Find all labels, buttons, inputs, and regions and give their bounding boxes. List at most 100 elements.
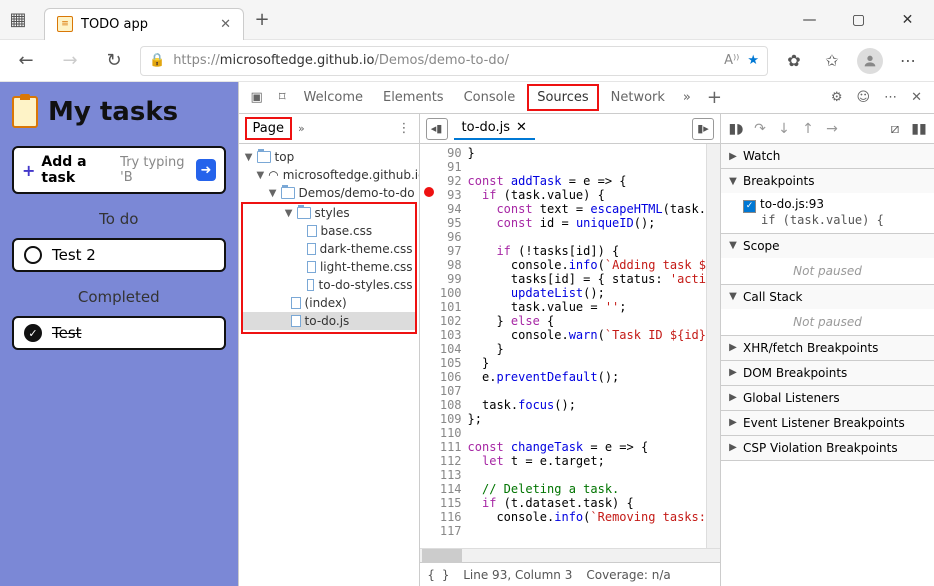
- close-tab-icon[interactable]: ✕: [516, 120, 527, 135]
- checkbox-icon[interactable]: ✓: [743, 200, 756, 213]
- page-tab[interactable]: Page: [245, 117, 292, 140]
- inspect-icon[interactable]: ▣: [245, 86, 269, 109]
- tree-host[interactable]: ▼◠microsoftedge.github.io: [239, 166, 419, 184]
- todo-heading: To do: [12, 210, 226, 228]
- kebab-icon[interactable]: ⋯: [878, 86, 903, 109]
- read-aloud-icon[interactable]: A⁾⁾: [724, 53, 739, 68]
- tree-file[interactable]: (index): [243, 294, 415, 312]
- step-out-icon[interactable]: ↑: [799, 121, 817, 137]
- tab-console[interactable]: Console: [456, 86, 524, 109]
- more-icon[interactable]: ⋯: [890, 43, 926, 79]
- deactivate-bp-icon[interactable]: ⧄: [886, 121, 904, 137]
- folder-icon: [281, 187, 295, 199]
- breakpoint-code: if (task.value) {: [761, 213, 926, 227]
- close-devtools-icon[interactable]: ✕: [905, 86, 928, 109]
- refresh-button[interactable]: ↻: [96, 43, 132, 79]
- task-item[interactable]: Test 2: [12, 238, 226, 272]
- submit-icon[interactable]: ➜: [196, 159, 215, 181]
- task-item[interactable]: ✓ Test: [12, 316, 226, 350]
- file-icon: [307, 225, 317, 237]
- favorite-icon[interactable]: ★: [747, 53, 759, 68]
- show-nav-icon[interactable]: ◂▮: [426, 118, 448, 140]
- tree-file[interactable]: base.css: [243, 222, 415, 240]
- tree-file[interactable]: to-do-styles.css: [243, 276, 415, 294]
- resume-icon[interactable]: ▮◗: [727, 121, 745, 137]
- tree-styles[interactable]: ▼styles: [243, 204, 415, 222]
- tree-folder[interactable]: ▼Demos/demo-to-do: [239, 184, 419, 202]
- code-content: } const addTask = e => { if (task.value)…: [468, 144, 706, 548]
- format-icon[interactable]: { }: [428, 568, 450, 582]
- file-icon: [291, 315, 301, 327]
- checkbox-icon[interactable]: [24, 246, 42, 264]
- editor-tab[interactable]: to-do.js✕: [454, 117, 535, 140]
- tab-sources[interactable]: Sources: [527, 84, 598, 111]
- coverage-status: Coverage: n/a: [586, 568, 670, 582]
- cursor-position: Line 93, Column 3: [463, 568, 572, 582]
- scrollbar-h[interactable]: [420, 548, 720, 562]
- breakpoint-icon[interactable]: [424, 187, 434, 197]
- plus-icon: +: [22, 161, 35, 180]
- completed-heading: Completed: [12, 288, 226, 306]
- checkbox-checked-icon[interactable]: ✓: [24, 324, 42, 342]
- code-editor[interactable]: 9091929394959697989910010110210310410510…: [420, 144, 720, 548]
- breakpoints-section[interactable]: ▼Breakpoints: [721, 169, 934, 193]
- clipboard-icon: [12, 96, 38, 128]
- folder-icon: [257, 151, 271, 163]
- step-icon[interactable]: →: [823, 121, 841, 137]
- close-tab-icon[interactable]: ✕: [220, 17, 231, 32]
- tab-elements[interactable]: Elements: [375, 86, 452, 109]
- file-icon: [307, 261, 316, 273]
- csp-section[interactable]: ▶CSP Violation Breakpoints: [721, 436, 934, 460]
- file-icon: [307, 243, 316, 255]
- folder-icon: [297, 207, 311, 219]
- step-over-icon[interactable]: ↷: [751, 121, 769, 137]
- forward-button: →: [52, 43, 88, 79]
- address-bar[interactable]: 🔒 https://microsoftedge.github.io/Demos/…: [140, 46, 768, 76]
- tree-file-active[interactable]: to-do.js: [243, 312, 415, 330]
- breakpoint-item[interactable]: ✓to-do.js:93: [743, 197, 926, 213]
- hide-debug-icon[interactable]: ▮▸: [692, 118, 714, 140]
- line-numbers: 9091929394959697989910010110210310410510…: [438, 144, 468, 548]
- tab-actions-icon[interactable]: ▦: [0, 2, 36, 38]
- event-section[interactable]: ▶Event Listener Breakpoints: [721, 411, 934, 435]
- minimize-button[interactable]: —: [787, 5, 832, 35]
- more-tabs-icon[interactable]: »: [677, 86, 697, 109]
- watch-section[interactable]: ▶Watch: [721, 144, 934, 168]
- gear-icon[interactable]: ⚙: [825, 86, 849, 109]
- scope-section[interactable]: ▼Scope: [721, 234, 934, 258]
- favicon-icon: ≡: [57, 16, 73, 32]
- lock-icon: 🔒: [149, 53, 165, 68]
- file-icon: [307, 279, 315, 291]
- app-title: My tasks: [48, 97, 178, 127]
- tree-file[interactable]: light-theme.css: [243, 258, 415, 276]
- profile-button[interactable]: [852, 43, 888, 79]
- pause-exc-icon[interactable]: ▮▮: [910, 121, 928, 137]
- tab-welcome[interactable]: Welcome: [296, 86, 371, 109]
- maximize-button[interactable]: ▢: [836, 5, 881, 35]
- back-button[interactable]: ←: [8, 43, 44, 79]
- extensions-icon[interactable]: ✿: [776, 43, 812, 79]
- xhr-section[interactable]: ▶XHR/fetch Breakpoints: [721, 336, 934, 360]
- nav-menu-icon[interactable]: ⋮: [398, 121, 413, 136]
- file-icon: [291, 297, 301, 309]
- favorites-icon[interactable]: ✩: [814, 43, 850, 79]
- global-section[interactable]: ▶Global Listeners: [721, 386, 934, 410]
- device-icon[interactable]: ⌑: [273, 86, 292, 109]
- dom-section[interactable]: ▶DOM Breakpoints: [721, 361, 934, 385]
- new-tab-button[interactable]: +: [244, 2, 280, 38]
- browser-tab[interactable]: ≡ TODO app ✕: [44, 8, 244, 40]
- close-window-button[interactable]: ✕: [885, 5, 930, 35]
- tab-title: TODO app: [81, 17, 148, 32]
- todo-app: My tasks + Add a task Try typing 'B ➜ To…: [0, 82, 238, 586]
- tree-file[interactable]: dark-theme.css: [243, 240, 415, 258]
- add-task-input[interactable]: + Add a task Try typing 'B ➜: [12, 146, 226, 194]
- callstack-section[interactable]: ▼Call Stack: [721, 285, 934, 309]
- cloud-icon: ◠: [268, 168, 278, 182]
- scrollbar-v[interactable]: [706, 144, 720, 548]
- feedback-icon[interactable]: ☺: [851, 86, 877, 109]
- add-tab-icon[interactable]: +: [701, 83, 728, 112]
- more-nav-icon[interactable]: »: [298, 122, 305, 135]
- tree-top[interactable]: ▼top: [239, 148, 419, 166]
- tab-network[interactable]: Network: [603, 86, 673, 109]
- step-into-icon[interactable]: ↓: [775, 121, 793, 137]
